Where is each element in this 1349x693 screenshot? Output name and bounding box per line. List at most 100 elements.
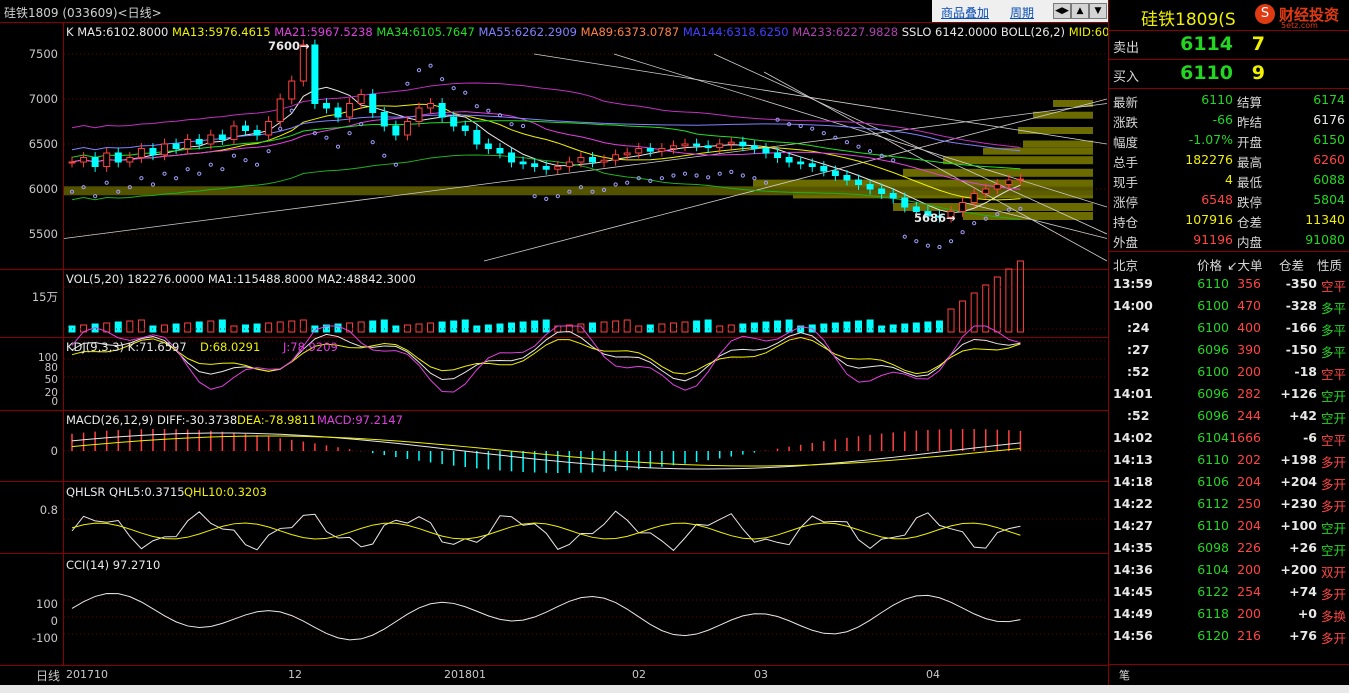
- tick-volume: 200: [1237, 606, 1261, 621]
- tick-time: 14:02: [1113, 430, 1153, 445]
- candle-body: [739, 141, 747, 147]
- volume-bar: [415, 323, 423, 333]
- sar-dot: [335, 144, 341, 149]
- candle-body: [693, 143, 701, 147]
- stat-label: 结算: [1237, 95, 1263, 110]
- kdj-line: [71, 330, 1021, 382]
- volume-bar: [623, 319, 631, 333]
- qhlsr-y-tick: 0.8: [39, 503, 58, 517]
- stat-label: 最新: [1113, 95, 1139, 110]
- sar-dot: [474, 104, 479, 109]
- stat-value: 6260: [1313, 152, 1345, 167]
- tick-volume: 254: [1237, 584, 1261, 599]
- quote-header: 硅铁1809(S S 财经投资 5etz.com: [1109, 0, 1349, 31]
- volume-bar: [218, 319, 226, 333]
- divider: [1109, 664, 1349, 665]
- sar-dot: [254, 162, 260, 167]
- candle-body: [450, 116, 458, 127]
- sar-dot: [544, 196, 549, 201]
- overlay-commodity-link[interactable]: 商品叠加: [941, 4, 989, 21]
- sar-dot: [405, 81, 410, 86]
- quote-stat-row: 现手 4 最低 6088: [1109, 171, 1349, 191]
- tick-nature: 多平: [1321, 301, 1347, 316]
- candle-body: [253, 130, 261, 136]
- tick-nature: 空平: [1321, 367, 1347, 382]
- vol-y-tick: 15万: [31, 290, 58, 304]
- ma-legend-item: MA233:6227.9828: [792, 25, 902, 39]
- nav-up-button[interactable]: ▲: [1071, 3, 1089, 19]
- nav-left-right-button[interactable]: ◀▶: [1053, 3, 1071, 19]
- tick-volume: 202: [1237, 452, 1261, 467]
- logo-subtext: 5etz.com: [1281, 21, 1318, 30]
- candle-body: [531, 163, 539, 168]
- sar-dot: [960, 230, 965, 235]
- tick-oi-change: -350: [1285, 276, 1317, 291]
- ma-legend-item: MA13:5976.4615: [172, 25, 275, 39]
- stat-value: 5804: [1313, 192, 1345, 207]
- sar-dot: [139, 176, 144, 181]
- stat-value: 4: [1225, 172, 1233, 187]
- sar-dot: [520, 123, 526, 129]
- col-time: 北京: [1113, 258, 1139, 273]
- candle-body: [288, 80, 296, 100]
- candle-body: [970, 193, 978, 203]
- candle-body: [612, 154, 620, 161]
- candle-body: [669, 145, 677, 150]
- tick-oi-change: +126: [1280, 386, 1317, 401]
- tick-row: 14:27 6110 204 +100 空开: [1109, 516, 1349, 536]
- quote-stat-row: 持仓 107916 仓差 11340: [1109, 211, 1349, 231]
- sar-dot: [833, 135, 838, 140]
- nav-down-button[interactable]: ▼: [1089, 3, 1107, 19]
- tick-volume: 470: [1237, 298, 1261, 313]
- kdj-y-tick: 50: [44, 374, 58, 386]
- sar-dot: [278, 126, 283, 131]
- tick-volume: 244: [1237, 408, 1261, 423]
- volume-bar: [253, 323, 261, 333]
- period-link[interactable]: 周期: [1010, 4, 1034, 21]
- sar-dot: [717, 171, 722, 176]
- ma-legend-item: MA55:6262.2909: [478, 25, 581, 39]
- candle-body: [218, 134, 226, 140]
- tick-row: :52 6096 244 +42 空开: [1109, 406, 1349, 426]
- period-label[interactable]: 日线: [36, 667, 60, 684]
- volume-bar: [681, 321, 689, 333]
- tick-time: 14:00: [1113, 298, 1153, 313]
- sar-dot: [867, 149, 873, 154]
- tick-tab[interactable]: 笔: [1119, 667, 1130, 683]
- candle-body: [369, 94, 377, 113]
- sar-dot: [104, 180, 109, 185]
- stat-label: 仓差: [1237, 215, 1263, 230]
- sar-dot: [451, 86, 456, 91]
- kdj-y-tick: 80: [44, 362, 58, 374]
- tick-nature: 多开: [1321, 499, 1347, 514]
- col-nature: 性质: [1317, 258, 1343, 273]
- kdj-j-label: J:78.9209: [283, 340, 338, 354]
- tick-volume: 200: [1237, 562, 1261, 577]
- volume-bar: [669, 322, 677, 333]
- tick-oi-change: +26: [1289, 540, 1317, 555]
- candle-body: [322, 103, 330, 109]
- col-oi-change: 仓差: [1279, 258, 1305, 273]
- col-volume[interactable]: ↙大单: [1227, 255, 1262, 274]
- candle-body: [265, 121, 273, 136]
- contract-name: 硅铁1809(S: [1141, 10, 1236, 30]
- candle-body: [808, 163, 816, 168]
- tick-nature: 多开: [1321, 455, 1347, 470]
- candle-body: [878, 188, 886, 194]
- candle-body: [403, 121, 411, 136]
- volume-bar: [392, 325, 400, 333]
- tick-nature: 多换: [1321, 609, 1347, 624]
- tick-nature: 多平: [1321, 345, 1347, 360]
- sar-dot: [243, 158, 248, 163]
- candle-body: [889, 193, 897, 199]
- tick-time: 14:45: [1113, 584, 1153, 599]
- cci-label: CCI(14) 97.2710: [66, 558, 161, 572]
- stat-value: 182276: [1185, 152, 1233, 167]
- volume-bar: [461, 319, 469, 333]
- candle-body: [415, 107, 423, 122]
- candle-body: [1005, 179, 1013, 185]
- sar-dot: [694, 173, 699, 178]
- volume-bar: [288, 320, 296, 333]
- candle-body: [172, 143, 180, 149]
- volume-bar: [982, 284, 990, 333]
